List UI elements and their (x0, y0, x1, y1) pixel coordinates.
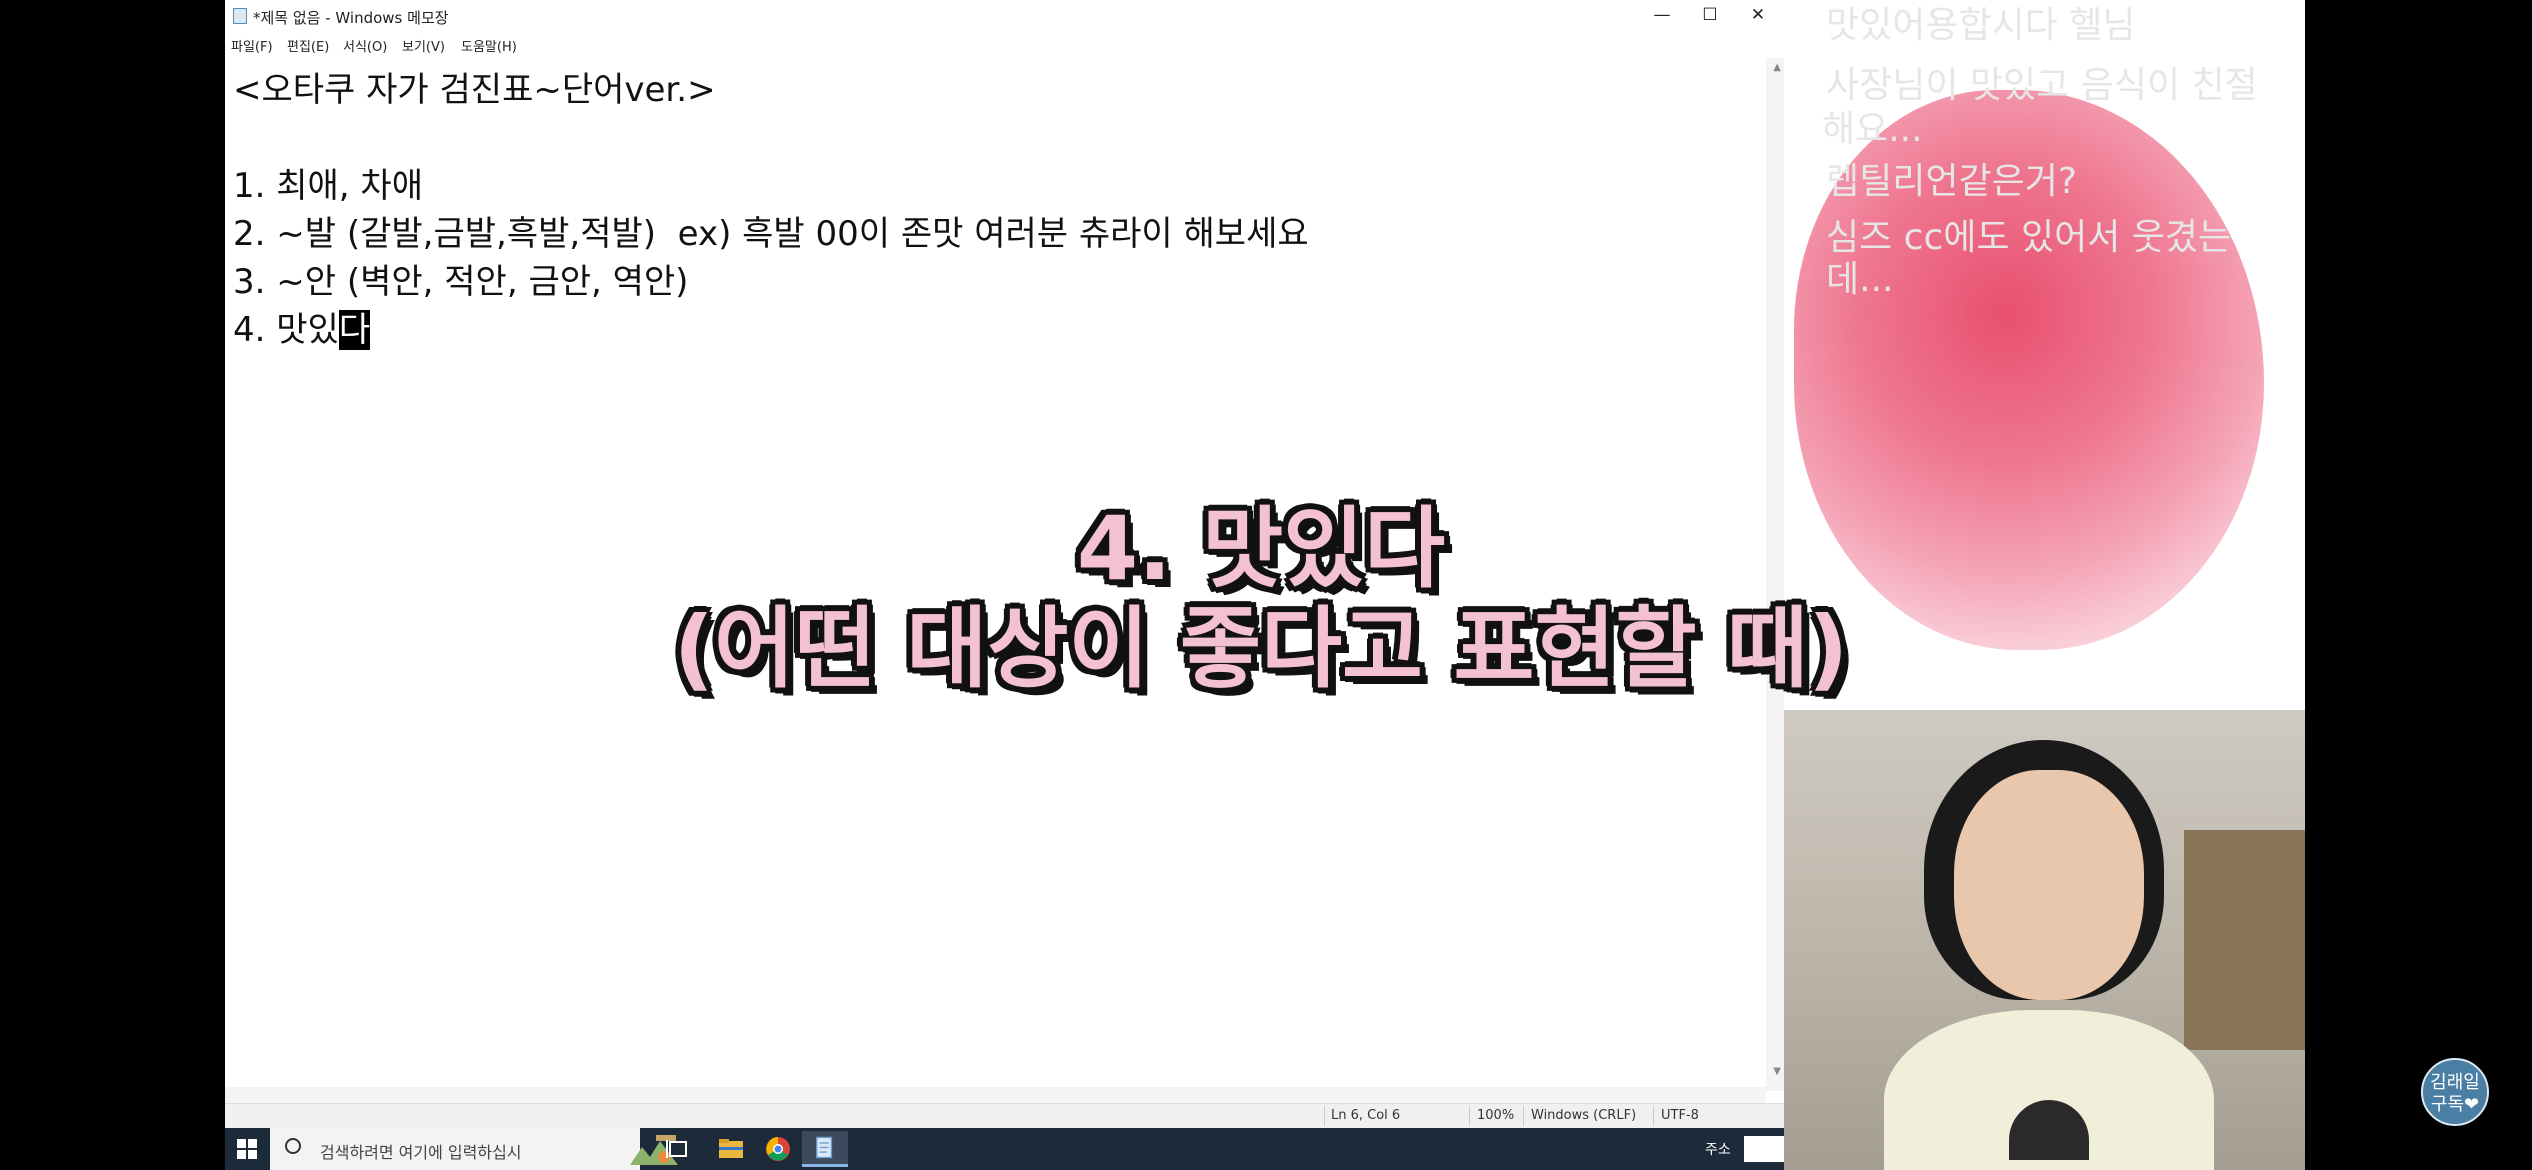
notepad-taskbar-icon[interactable] (802, 1131, 848, 1167)
menu-help[interactable]: 도움말(H) (461, 36, 517, 55)
menu-view[interactable]: 보기(V) (402, 36, 445, 55)
status-bar: Ln 6, Col 6 100% Windows (CRLF) UTF-8 (225, 1103, 1784, 1128)
status-line-ending: Windows (CRLF) (1531, 1108, 1637, 1123)
horizontal-scrollbar[interactable] (225, 1087, 1766, 1103)
search-placeholder: 검색하려면 여기에 입력하십시 (320, 1143, 522, 1162)
chat-message: 해요... (1822, 109, 1923, 150)
close-button[interactable]: ✕ (1734, 0, 1782, 31)
file-explorer-icon[interactable] (708, 1131, 754, 1167)
window-title: *제목 없음 - Windows 메모장 (253, 9, 449, 27)
menu-file[interactable]: 파일(F) (231, 36, 273, 55)
scroll-down-arrow-icon[interactable]: ▼ (1773, 1066, 1781, 1077)
address-toolbar-label: 주소 (1705, 1142, 1731, 1158)
status-divider (1523, 1106, 1524, 1126)
doc-line-6: 4. 맛있다 (233, 302, 371, 351)
doc-line-3: 1. 최애, 차애 (233, 166, 423, 206)
maximize-button[interactable]: ☐ (1686, 0, 1734, 31)
chrome-icon[interactable] (755, 1131, 801, 1167)
status-divider (1324, 1106, 1325, 1126)
status-divider (1653, 1106, 1654, 1126)
status-encoding: UTF-8 (1661, 1108, 1699, 1123)
webcam-feed (1784, 710, 2305, 1170)
taskbar-search-box[interactable]: 검색하려면 여기에 입력하십시 (270, 1128, 678, 1170)
taskbar: 검색하려면 여기에 입력하십시 주소 (225, 1128, 1784, 1170)
task-view-icon[interactable] (655, 1131, 701, 1167)
status-position: Ln 6, Col 6 (1331, 1108, 1401, 1123)
scroll-up-arrow-icon[interactable]: ▲ (1773, 62, 1781, 73)
minimize-button[interactable]: — (1638, 0, 1686, 31)
chat-message: 렙틸리언같은거? (1826, 161, 2077, 202)
doc-line-6-text: 4. 맛있 (233, 310, 339, 350)
person-face (1954, 770, 2144, 1000)
address-toolbar-input[interactable] (1744, 1136, 1784, 1162)
badge-subscribe: 구독❤ (2430, 1094, 2480, 1115)
status-divider (1469, 1106, 1470, 1126)
menu-bar: 파일(F) 편집(E) 서식(O) 보기(V) 도움말(H) (225, 31, 1784, 58)
status-zoom: 100% (1477, 1108, 1515, 1123)
badge-name: 김래일 (2430, 1072, 2480, 1093)
menu-format[interactable]: 서식(O) (343, 36, 387, 55)
subscribe-badge[interactable]: 김래일 구독❤ (2421, 1058, 2489, 1126)
doc-line-4: 2. ~발 (갈발,금발,흑발,적발) ex) 흑발 00이 존맛 여러분 츄라… (233, 214, 1309, 254)
search-icon (285, 1138, 301, 1154)
selected-text: 다 (338, 310, 371, 350)
doc-line-5: 3. ~안 (벽안, 적안, 금안, 역안) (233, 262, 689, 302)
title-bar[interactable]: *제목 없음 - Windows 메모장 — ☐ ✕ (225, 0, 1784, 31)
chat-message: 맛있어용합시다 헬님 (1826, 5, 2136, 46)
chat-message: 데... (1826, 259, 1894, 300)
caption-subtitle: (어떤 대상이 좋다고 표현할 때) (673, 597, 1849, 700)
notepad-icon (233, 8, 247, 24)
background-cabinet (2184, 830, 2305, 1050)
doc-line-1: <오타쿠 자가 검진표~단어ver.> (233, 70, 716, 110)
menu-edit[interactable]: 편집(E) (287, 36, 329, 55)
windows-start-icon[interactable] (237, 1139, 257, 1159)
